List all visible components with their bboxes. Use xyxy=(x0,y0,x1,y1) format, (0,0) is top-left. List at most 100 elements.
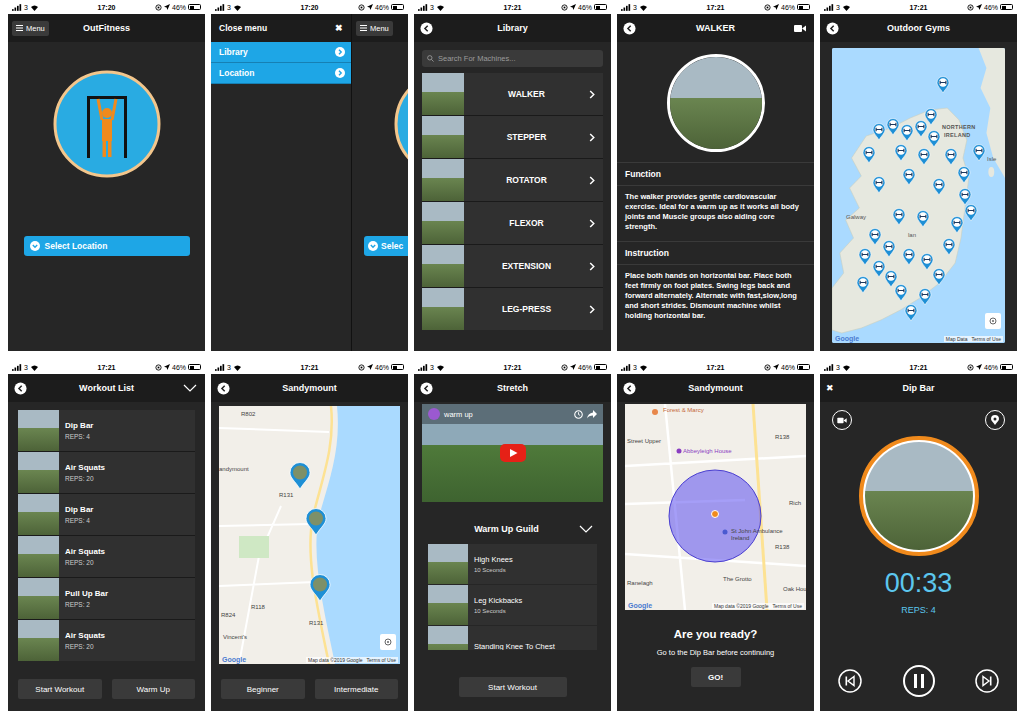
search-field[interactable]: Search For Machines... xyxy=(422,50,603,67)
chevron-down-icon[interactable] xyxy=(183,384,197,392)
gym-pin-icon[interactable] xyxy=(917,148,931,166)
back-icon[interactable] xyxy=(420,22,433,35)
machine-row[interactable]: EXTENSION xyxy=(422,245,603,287)
gym-pin-icon[interactable] xyxy=(868,228,882,246)
gym-pin-icon[interactable] xyxy=(904,304,918,322)
select-location-button[interactable]: Selec xyxy=(364,236,408,256)
level-button[interactable]: Beginner xyxy=(221,679,305,699)
workout-item[interactable]: Air SquatsREPS: 20 xyxy=(18,452,195,493)
gym-pin-icon[interactable] xyxy=(886,118,900,136)
workout-item[interactable]: Pull Up BarREPS: 2 xyxy=(18,578,195,619)
location-map[interactable]: Forest & MarcyStreet UpperAbbeyleigh Hou… xyxy=(625,404,806,610)
back-icon[interactable] xyxy=(623,22,636,35)
pause-icon[interactable] xyxy=(903,665,935,697)
gym-pin-icon[interactable] xyxy=(918,288,932,306)
video-button[interactable] xyxy=(832,410,852,430)
gym-pin-icon[interactable] xyxy=(856,276,870,294)
gym-pin-icon[interactable] xyxy=(862,146,876,164)
gym-pin-icon[interactable] xyxy=(958,188,972,206)
menu-button[interactable]: Menu xyxy=(356,21,393,36)
gym-pin-icon[interactable] xyxy=(936,76,950,94)
back-icon[interactable] xyxy=(623,382,636,395)
gym-pin-icon[interactable] xyxy=(902,168,916,186)
gym-pin-icon[interactable] xyxy=(932,268,946,286)
gym-pin-icon[interactable] xyxy=(972,144,986,162)
select-location-button[interactable]: Select Location xyxy=(24,236,190,256)
gym-pin-icon[interactable] xyxy=(916,210,930,228)
gym-pin-icon[interactable] xyxy=(932,178,946,196)
gym-pin-icon[interactable] xyxy=(957,166,971,184)
warm-up-item[interactable]: Leg Kickbacks10 Seconds xyxy=(428,585,597,625)
my-location-button[interactable] xyxy=(985,313,1001,329)
workout-item[interactable]: Air SquatsREPS: 20 xyxy=(18,536,195,577)
back-icon[interactable] xyxy=(826,22,839,35)
gym-pin-icon[interactable] xyxy=(914,120,928,138)
location-button[interactable] xyxy=(985,410,1005,430)
back-icon[interactable] xyxy=(217,382,230,395)
ireland-map[interactable]: NORTHERNIRELANDIsleGalwaylanGoogleMap Da… xyxy=(832,48,1005,343)
side-menu-item[interactable]: Library xyxy=(211,42,351,63)
menu-button[interactable]: Menu xyxy=(12,21,49,36)
youtube-play-icon[interactable] xyxy=(500,444,526,462)
gym-pin-icon[interactable] xyxy=(900,124,914,142)
action-button[interactable]: Start Workout xyxy=(18,679,102,699)
map-link[interactable]: Map Data xyxy=(946,336,968,342)
gym-pin-icon[interactable] xyxy=(902,248,916,266)
gym-pin-icon[interactable] xyxy=(872,176,886,194)
workout-item[interactable]: Air SquatsREPS: 20 xyxy=(18,620,195,661)
machine-row[interactable]: FLEXOR xyxy=(422,202,603,244)
map-link[interactable]: Map data ©2019 Google xyxy=(308,657,363,663)
gym-pin-icon[interactable] xyxy=(964,204,978,222)
exercise-pin-icon[interactable] xyxy=(305,508,327,536)
gym-pin-icon[interactable] xyxy=(884,270,898,288)
close-menu-button[interactable]: Close menu✖ xyxy=(211,14,351,42)
machine-row[interactable]: LEG-PRESS xyxy=(422,288,603,330)
gym-pin-icon[interactable] xyxy=(894,144,908,162)
action-button[interactable]: Warm Up xyxy=(112,679,196,699)
my-location-button[interactable] xyxy=(380,634,396,650)
back-icon[interactable] xyxy=(14,382,27,395)
exercise-pin-icon[interactable] xyxy=(289,462,311,490)
warm-up-item[interactable]: High Knees10 Sceonds xyxy=(428,544,597,584)
chevron-down-icon[interactable] xyxy=(579,525,593,533)
previous-icon[interactable] xyxy=(838,669,862,693)
gym-pin-icon[interactable] xyxy=(950,216,964,234)
go-button[interactable]: GO! xyxy=(691,667,741,687)
gym-pin-icon[interactable] xyxy=(894,284,908,302)
start-workout-button[interactable]: Start Workout xyxy=(459,677,567,697)
map-link[interactable]: Terms of Use xyxy=(367,657,396,663)
gym-pin-icon[interactable] xyxy=(892,208,906,226)
video-camera-icon[interactable] xyxy=(794,24,806,33)
exercise-pin-icon[interactable] xyxy=(309,574,331,602)
machine-row[interactable]: ROTATOR xyxy=(422,159,603,201)
gym-pin-icon[interactable] xyxy=(872,123,886,141)
close-icon[interactable]: ✖ xyxy=(335,23,343,33)
next-icon[interactable] xyxy=(975,669,999,693)
sandymount-map[interactable]: R802andymountR131R131R118R824Vincent'sGo… xyxy=(219,406,400,664)
map-link[interactable]: Terms of Use xyxy=(773,603,802,609)
gym-pin-icon[interactable] xyxy=(927,130,941,148)
battery-icon xyxy=(1000,4,1013,10)
map-link[interactable]: Map data ©2019 Google xyxy=(714,603,769,609)
clock-icon[interactable] xyxy=(574,410,583,419)
close-icon[interactable]: ✖ xyxy=(826,383,834,393)
guide-header[interactable]: Warm Up Guild xyxy=(414,502,611,544)
machine-row[interactable]: STEPPER xyxy=(422,116,603,158)
gym-pin-icon[interactable] xyxy=(920,253,934,271)
gym-pin-icon[interactable] xyxy=(942,238,956,256)
gym-pin-icon[interactable] xyxy=(858,248,872,266)
level-button[interactable]: Intermediate xyxy=(315,679,399,699)
status-bar: 317:2046% xyxy=(211,0,408,14)
back-icon[interactable] xyxy=(420,382,433,395)
warm-up-video[interactable]: warm up xyxy=(422,404,603,502)
share-icon[interactable] xyxy=(587,410,597,419)
gym-pin-icon[interactable] xyxy=(944,148,958,166)
workout-item[interactable]: Dip BarREPS: 4 xyxy=(18,494,195,535)
gym-pin-icon[interactable] xyxy=(872,260,886,278)
machine-row[interactable]: WALKER xyxy=(422,73,603,115)
gym-pin-icon[interactable] xyxy=(882,240,896,258)
workout-item[interactable]: Dip BarREPS: 4 xyxy=(18,410,195,451)
warm-up-item[interactable]: Standing Knee To Chest xyxy=(428,626,597,650)
side-menu-item[interactable]: Location xyxy=(211,63,351,84)
map-link[interactable]: Terms of Use xyxy=(972,336,1001,342)
